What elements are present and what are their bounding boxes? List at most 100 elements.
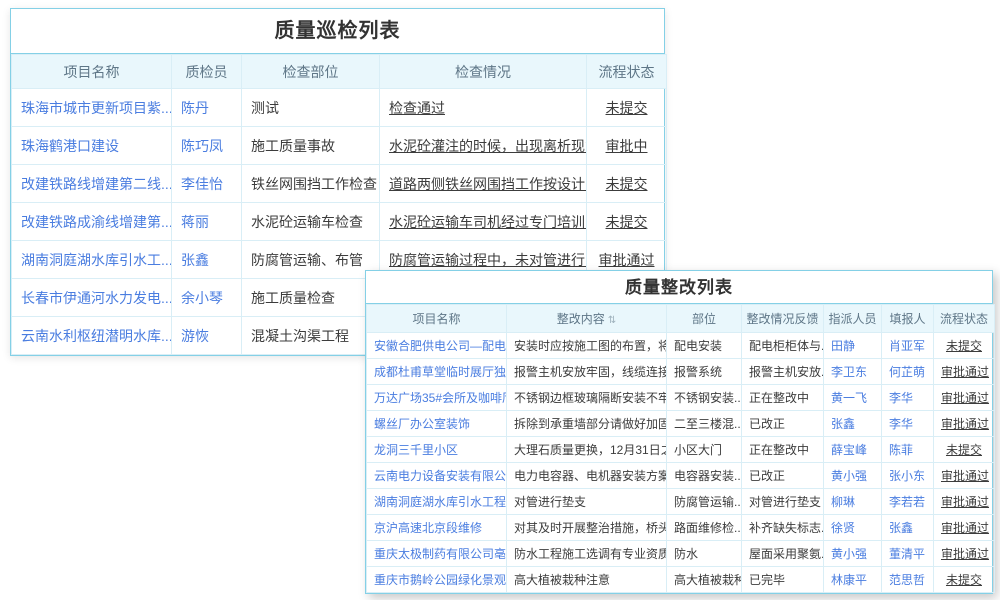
table-row: 重庆太极制药有限公司亳州中...防水工程施工选调有专业资质...防水屋面采用聚氨… (367, 541, 995, 567)
inspection-part-cell: 防腐管运输、布管 (242, 241, 380, 279)
status-badge: 未提交 (587, 89, 667, 127)
project-name-cell[interactable]: 成都杜甫草堂临时展厅独立展... (367, 359, 507, 385)
project-name-cell[interactable]: 万达广场35#会所及咖啡厅空... (367, 385, 507, 411)
inspector-cell[interactable]: 陈丹 (172, 89, 242, 127)
feedback-cell: 已完毕 (742, 567, 824, 593)
inspection-part-cell: 施工质量检查 (242, 279, 380, 317)
part-cell: 不锈钢安装... (667, 385, 742, 411)
column-header-inspection-situation: 检查情况 (380, 55, 587, 89)
assignee-cell[interactable]: 黄小强 (824, 541, 882, 567)
assignee-cell[interactable]: 张鑫 (824, 411, 882, 437)
inspection-panel-title: 质量巡检列表 (11, 9, 664, 54)
inspector-cell[interactable]: 蒋丽 (172, 203, 242, 241)
column-header-feedback: 整改情况反馈 (742, 305, 824, 333)
inspector-cell[interactable]: 李佳怡 (172, 165, 242, 203)
column-header-project-name: 项目名称 (367, 305, 507, 333)
project-name-cell[interactable]: 珠海市城市更新项目紫... (12, 89, 172, 127)
status-badge: 审批通过 (934, 385, 995, 411)
reporter-cell[interactable]: 肖亚军 (882, 333, 934, 359)
feedback-cell: 正在整改中 (742, 385, 824, 411)
column-header-project-name: 项目名称 (12, 55, 172, 89)
status-badge: 未提交 (934, 437, 995, 463)
rectification-content-cell: 拆除到承重墙部分请做好加固... (507, 411, 667, 437)
feedback-cell: 对管进行垫支 (742, 489, 824, 515)
table-row: 珠海鹤港口建设陈巧凤施工质量事故水泥砼灌注的时候，出现离析现象审批中 (12, 127, 667, 165)
feedback-cell: 补齐缺失标志... (742, 515, 824, 541)
table-row: 重庆市鹅岭公园绿化景观提升...高大植被栽种注意高大植被栽种已完毕林康平范思哲未… (367, 567, 995, 593)
project-name-cell[interactable]: 改建铁路成渝线增建第... (12, 203, 172, 241)
column-header-flow-status: 流程状态 (934, 305, 995, 333)
assignee-cell[interactable]: 柳琳 (824, 489, 882, 515)
reporter-cell[interactable]: 何芷萌 (882, 359, 934, 385)
inspection-part-cell: 混凝土沟渠工程 (242, 317, 380, 355)
rectification-content-cell: 报警主机安放牢固，线缆连接... (507, 359, 667, 385)
project-name-cell[interactable]: 重庆太极制药有限公司亳州中... (367, 541, 507, 567)
inspector-cell[interactable]: 张鑫 (172, 241, 242, 279)
project-name-cell[interactable]: 龙洞三千里小区 (367, 437, 507, 463)
project-name-cell[interactable]: 重庆市鹅岭公园绿化景观提升... (367, 567, 507, 593)
reporter-cell[interactable]: 张小东 (882, 463, 934, 489)
inspector-cell[interactable]: 陈巧凤 (172, 127, 242, 165)
rectification-content-cell: 对管进行垫支 (507, 489, 667, 515)
column-header-part: 部位 (667, 305, 742, 333)
table-row: 龙洞三千里小区大理石质量更换，12月31日之...小区大门正在整改中薛宝峰陈菲未… (367, 437, 995, 463)
inspection-table-header: 项目名称 质检员 检查部位 检查情况 流程状态 (12, 55, 667, 89)
inspection-part-cell: 施工质量事故 (242, 127, 380, 165)
reporter-cell[interactable]: 李华 (882, 385, 934, 411)
table-row: 螺丝厂办公室装饰拆除到承重墙部分请做好加固...二至三楼混...已改正张鑫李华审… (367, 411, 995, 437)
assignee-cell[interactable]: 李卫东 (824, 359, 882, 385)
project-name-cell[interactable]: 螺丝厂办公室装饰 (367, 411, 507, 437)
assignee-cell[interactable]: 徐贤 (824, 515, 882, 541)
rectification-content-cell: 对其及时开展整治措施，桥头... (507, 515, 667, 541)
sort-icon[interactable]: ⇅ (608, 315, 616, 326)
project-name-cell[interactable]: 改建铁路线增建第二线... (12, 165, 172, 203)
status-badge: 审批通过 (934, 515, 995, 541)
part-cell: 高大植被栽种 (667, 567, 742, 593)
project-name-cell[interactable]: 云南电力设备安装有限公司20... (367, 463, 507, 489)
feedback-cell: 已改正 (742, 411, 824, 437)
reporter-cell[interactable]: 陈菲 (882, 437, 934, 463)
table-row: 安徽合肥供电公司—配电设备...安装时应按施工图的布置，将...配电安装配电柜柜… (367, 333, 995, 359)
assignee-cell[interactable]: 黄一飞 (824, 385, 882, 411)
rectification-table-body: 安徽合肥供电公司—配电设备...安装时应按施工图的布置，将...配电安装配电柜柜… (367, 333, 995, 593)
column-header-flow-status: 流程状态 (587, 55, 667, 89)
reporter-cell[interactable]: 董清平 (882, 541, 934, 567)
column-header-label: 整改内容 (557, 312, 605, 326)
table-row: 云南电力设备安装有限公司20...电力电容器、电机器安装方案,...电容器安装.… (367, 463, 995, 489)
status-badge: 未提交 (934, 567, 995, 593)
table-row: 改建铁路成渝线增建第...蒋丽水泥砼运输车检查水泥砼运输车司机经过专门培训...… (12, 203, 667, 241)
column-header-assignee: 指派人员 (824, 305, 882, 333)
reporter-cell[interactable]: 李若若 (882, 489, 934, 515)
assignee-cell[interactable]: 薛宝峰 (824, 437, 882, 463)
column-header-rectification-content[interactable]: 整改内容⇅ (507, 305, 667, 333)
reporter-cell[interactable]: 范思哲 (882, 567, 934, 593)
project-name-cell[interactable]: 湖南洞庭湖水库引水工程施工I标 (367, 489, 507, 515)
project-name-cell[interactable]: 云南水利枢纽潜明水库... (12, 317, 172, 355)
status-badge: 审批通过 (934, 541, 995, 567)
project-name-cell[interactable]: 京沪高速北京段维修 (367, 515, 507, 541)
rectification-content-cell: 安装时应按施工图的布置，将... (507, 333, 667, 359)
reporter-cell[interactable]: 张鑫 (882, 515, 934, 541)
project-name-cell[interactable]: 安徽合肥供电公司—配电设备... (367, 333, 507, 359)
project-name-cell[interactable]: 珠海鹤港口建设 (12, 127, 172, 165)
status-badge: 审批通过 (934, 463, 995, 489)
inspection-header-row: 项目名称 质检员 检查部位 检查情况 流程状态 (12, 55, 667, 89)
reporter-cell[interactable]: 李华 (882, 411, 934, 437)
status-badge: 审批通过 (934, 359, 995, 385)
assignee-cell[interactable]: 林康平 (824, 567, 882, 593)
inspector-cell[interactable]: 余小琴 (172, 279, 242, 317)
rectification-table-header: 项目名称 整改内容⇅ 部位 整改情况反馈 指派人员 填报人 流程状态 (367, 305, 995, 333)
project-name-cell[interactable]: 湖南洞庭湖水库引水工... (12, 241, 172, 279)
project-name-cell[interactable]: 长春市伊通河水力发电... (12, 279, 172, 317)
status-badge: 未提交 (587, 165, 667, 203)
assignee-cell[interactable]: 黄小强 (824, 463, 882, 489)
column-header-inspection-part: 检查部位 (242, 55, 380, 89)
column-header-reporter: 填报人 (882, 305, 934, 333)
rectification-content-cell: 大理石质量更换，12月31日之... (507, 437, 667, 463)
assignee-cell[interactable]: 田静 (824, 333, 882, 359)
rectification-content-cell: 高大植被栽种注意 (507, 567, 667, 593)
inspection-part-cell: 测试 (242, 89, 380, 127)
inspection-situation-cell: 水泥砼灌注的时候，出现离析现象 (380, 127, 587, 165)
inspector-cell[interactable]: 游恢 (172, 317, 242, 355)
rectification-panel-title: 质量整改列表 (366, 271, 992, 304)
